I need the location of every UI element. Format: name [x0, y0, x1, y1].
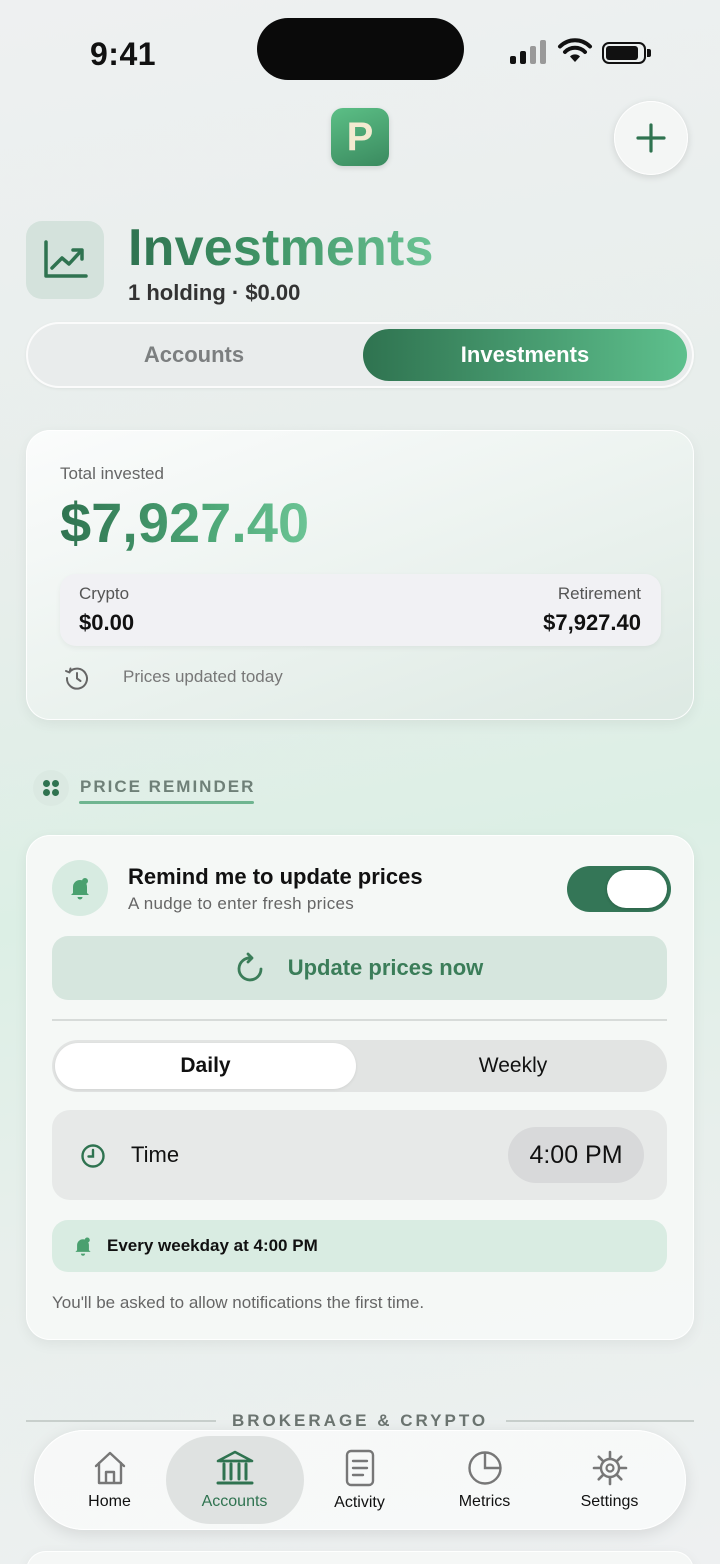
prices-updated-text: Prices updated today [123, 667, 283, 686]
home-icon [94, 1451, 125, 1485]
time-row: Time 4:00 PM [52, 1110, 667, 1200]
total-invested-label: Total invested [60, 464, 164, 483]
history-icon [65, 667, 88, 690]
tab-accounts[interactable]: Accounts [172, 1430, 297, 1530]
refresh-icon [237, 952, 263, 982]
status-time: 9:41 [90, 36, 157, 72]
app-logo: P [331, 108, 389, 166]
reminder-subtitle: A nudge to enter fresh prices [128, 894, 355, 913]
tab-home-label: Home [88, 1493, 131, 1510]
crypto-value: $0.00 [79, 610, 135, 635]
bank-icon [216, 1450, 253, 1485]
crypto-label: Crypto [79, 584, 130, 603]
wifi-icon [558, 38, 592, 62]
frequency-picker: Daily Weekly [52, 1040, 667, 1092]
divider-line-right [506, 1420, 694, 1422]
tab-activity[interactable]: Activity [297, 1430, 422, 1530]
schedule-text: Every weekday at 4:00 PM [107, 1236, 318, 1255]
segment-investments[interactable]: Investments [363, 329, 687, 381]
tab-accounts-label: Accounts [201, 1493, 268, 1510]
tab-settings[interactable]: Settings [547, 1430, 672, 1530]
notification-note: You'll be asked to allow notifications t… [52, 1293, 425, 1312]
battery-icon [602, 42, 651, 64]
reminder-bell-badge [52, 860, 108, 916]
frequency-weekly[interactable]: Weekly [359, 1040, 667, 1092]
bell-icon [71, 878, 89, 900]
tab-metrics-label: Metrics [458, 1493, 511, 1510]
tab-metrics[interactable]: Metrics [422, 1430, 547, 1530]
frequency-daily[interactable]: Daily [55, 1043, 356, 1089]
divider-line-left [26, 1420, 216, 1422]
section-title-price-reminder: PRICE REMINDER [80, 777, 256, 796]
bell-icon [75, 1237, 91, 1256]
divider [52, 1019, 667, 1021]
section-underline [79, 801, 254, 804]
tab-home[interactable]: Home [47, 1430, 172, 1530]
clock-icon [81, 1144, 105, 1168]
toggle-knob [607, 870, 667, 908]
schedule-summary: Every weekday at 4:00 PM [52, 1220, 667, 1272]
category-breakdown: Crypto $0.00 Retirement $7,927.40 [60, 574, 661, 646]
investments-header-icon [26, 221, 104, 299]
document-icon [345, 1449, 374, 1487]
time-picker[interactable]: 4:00 PM [508, 1127, 644, 1183]
page-title: Investments [128, 219, 434, 277]
update-prices-label: Update prices now [287, 955, 484, 980]
update-prices-button[interactable]: Update prices now [52, 936, 667, 1000]
time-label: Time [131, 1142, 180, 1167]
trending-up-icon [44, 240, 88, 278]
page-subtitle: 1 holding · $0.00 [128, 280, 301, 305]
plus-icon [636, 123, 666, 153]
reminder-toggle[interactable] [567, 866, 671, 912]
tab-activity-label: Activity [334, 1494, 385, 1511]
cellular-signal-icon [510, 40, 548, 64]
add-button[interactable] [614, 101, 688, 175]
tab-bar: Home Accounts Activity Metrics Settings [34, 1430, 686, 1530]
retirement-label: Retirement [557, 584, 641, 603]
section-title-brokerage: BROKERAGE & CRYPTO [232, 1411, 489, 1430]
tab-settings-label: Settings [580, 1493, 639, 1510]
grid-dots-icon [33, 770, 69, 806]
reminder-title: Remind me to update prices [128, 864, 423, 889]
brokerage-card [26, 1551, 694, 1564]
app-logo-letter: P [346, 114, 374, 159]
view-segmented-control: Accounts Investments [26, 322, 694, 388]
gear-icon [592, 1450, 627, 1486]
pie-chart-icon [467, 1451, 502, 1485]
dynamic-island [257, 18, 464, 80]
retirement-value: $7,927.40 [543, 610, 641, 635]
segment-accounts[interactable]: Accounts [26, 322, 362, 388]
total-invested-value: $7,927.40 [60, 491, 310, 554]
